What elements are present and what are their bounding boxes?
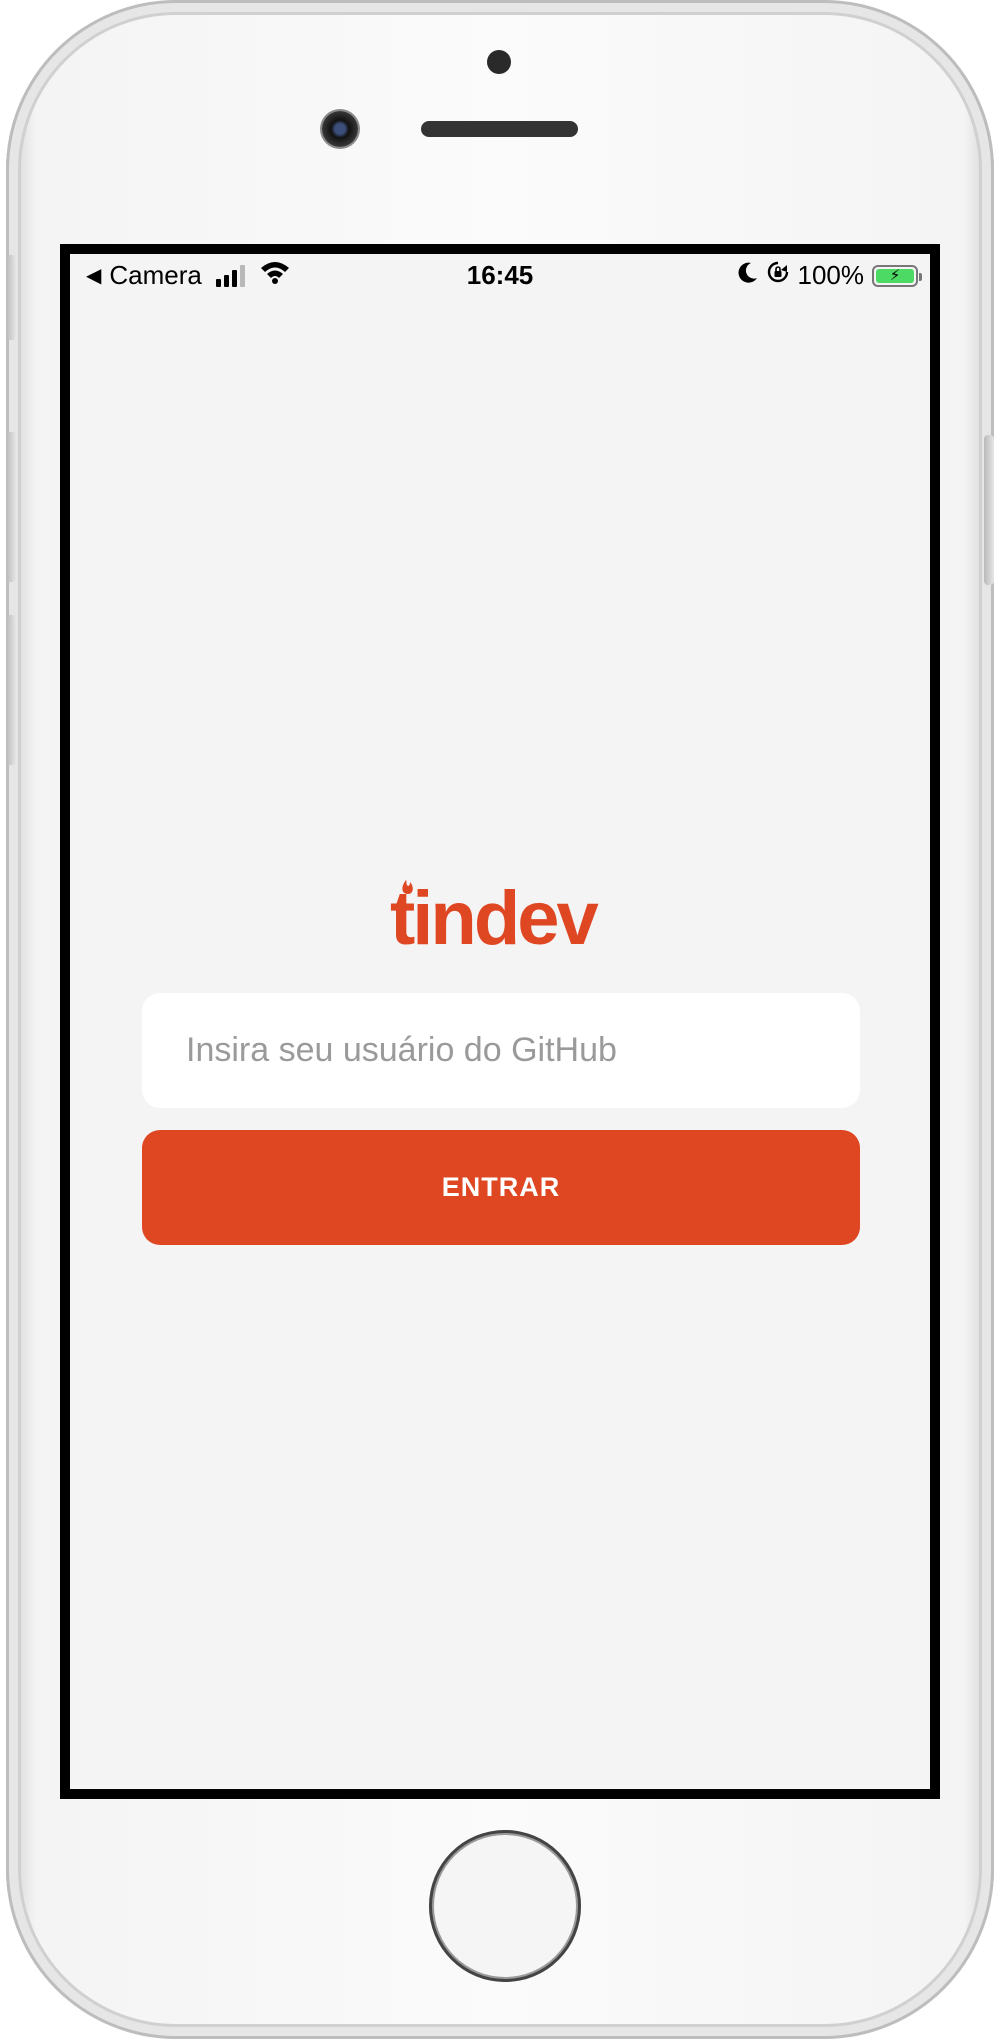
- logo-text: tindev: [390, 876, 599, 952]
- app-display: ◀ Camera 16:45 100% ⚡ tindev Insira seu …: [70, 254, 930, 1789]
- screen: ◀ Camera 16:45 100% ⚡ tindev Insira seu …: [60, 244, 940, 1799]
- volume-down-button: [6, 615, 16, 765]
- github-username-input[interactable]: [142, 993, 860, 1108]
- home-button[interactable]: [429, 1830, 581, 1982]
- charging-bolt-icon: ⚡: [876, 268, 914, 283]
- status-bar-right: 100% ⚡: [738, 260, 922, 291]
- volume-up-button: [6, 432, 16, 582]
- moon-icon: [738, 260, 758, 291]
- proximity-sensor: [487, 50, 511, 74]
- tindev-logo: tindev: [390, 872, 610, 961]
- rotation-lock-icon: [766, 260, 790, 291]
- earpiece-speaker: [421, 121, 578, 137]
- enter-button[interactable]: ENTRAR: [142, 1130, 860, 1245]
- battery-percent: 100%: [797, 260, 865, 290]
- power-button: [984, 435, 994, 585]
- battery-icon: ⚡: [872, 264, 922, 287]
- status-bar: ◀ Camera 16:45 100% ⚡: [70, 254, 930, 294]
- mute-switch: [6, 255, 16, 340]
- front-camera: [322, 111, 358, 147]
